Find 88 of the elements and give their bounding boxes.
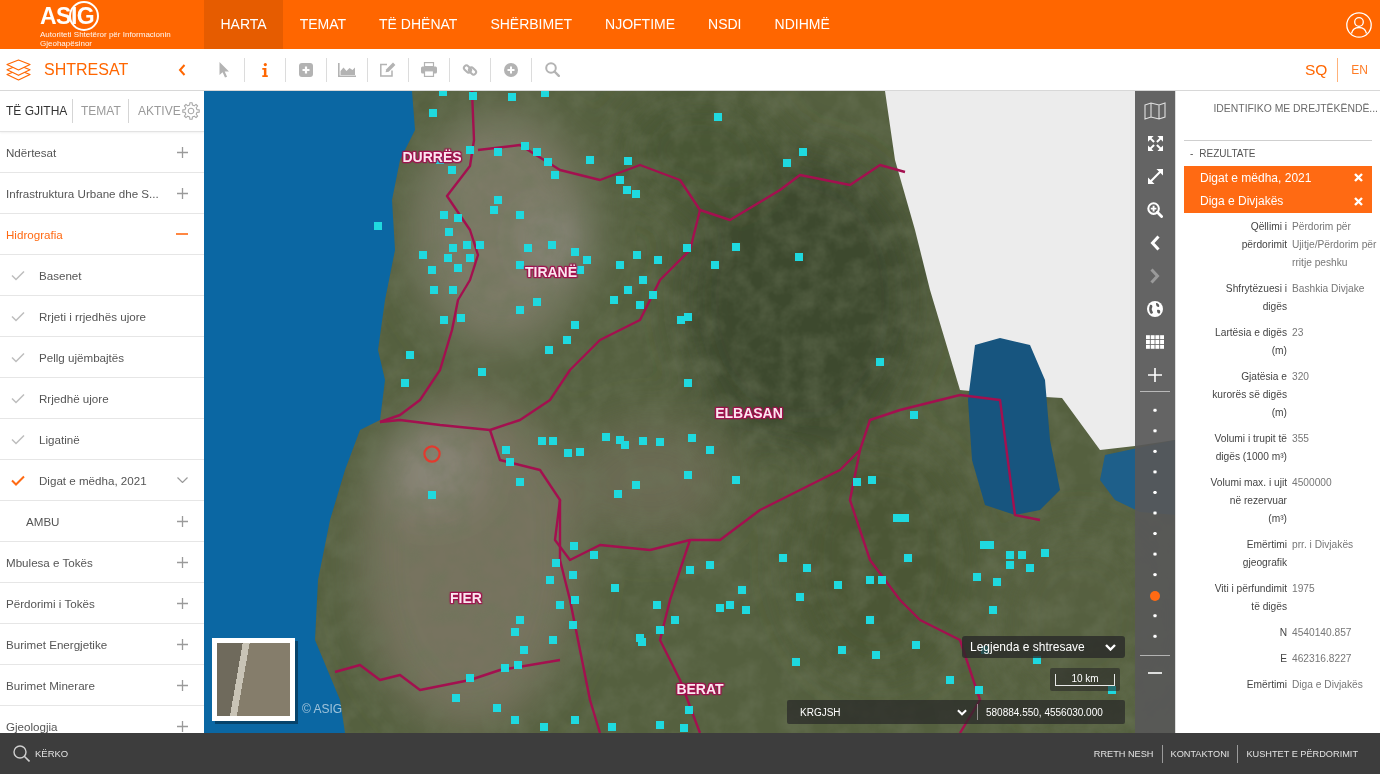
collapse-chevron-icon[interactable] <box>178 63 186 76</box>
expand-plus-icon[interactable] <box>177 720 188 732</box>
table-grid-icon[interactable] <box>1146 334 1164 349</box>
attribute-label: Emërtimi gjeografik <box>1241 538 1287 570</box>
chevron-down-icon <box>1105 643 1116 651</box>
attribute-value: 23 <box>1292 326 1305 340</box>
info-icon[interactable] <box>262 62 268 77</box>
diagonal-arrows-icon[interactable] <box>1147 169 1163 184</box>
user-account-icon[interactable] <box>1346 11 1372 38</box>
attribute-label: Emërtimi <box>1245 678 1287 692</box>
chevron-down-icon[interactable] <box>177 477 188 483</box>
scale-bar: 10 km <box>1050 668 1120 691</box>
search-button[interactable]: KËRKO <box>0 744 75 763</box>
search-icon <box>13 745 30 762</box>
attribute-label: Lartësia e digës (m) <box>1214 326 1287 358</box>
expand-plus-icon[interactable] <box>177 556 188 568</box>
zoom-slider-thumb[interactable] <box>1150 590 1160 601</box>
place-label: ELBASAN <box>715 405 783 421</box>
expand-plus-icon[interactable] <box>177 638 188 650</box>
attribute-value: 4500000 <box>1292 476 1333 490</box>
selection-ring-icon <box>423 445 441 463</box>
attribute-label: Shfrytëzuesi i digës <box>1224 282 1287 314</box>
place-label: FIER <box>450 590 482 606</box>
chevron-left-icon[interactable] <box>1150 234 1160 251</box>
attribute-label: N <box>1278 626 1287 640</box>
footer-link[interactable]: KONTAKTONI <box>1162 748 1238 759</box>
attribute-label: Viti i përfundimit të digës <box>1213 582 1287 614</box>
globe-icon[interactable] <box>1147 300 1163 317</box>
identify-mode-button[interactable]: IDENTIFIKO ME DREJTËKËNDË... <box>1213 103 1378 128</box>
area-chart-icon[interactable] <box>338 62 356 77</box>
close-icon[interactable] <box>1354 173 1363 183</box>
footer-link[interactable]: RRETH NESH <box>1085 748 1162 759</box>
add-circle-icon[interactable] <box>504 62 518 77</box>
zoom-out-minus-icon[interactable] <box>1148 671 1162 674</box>
zoom-in-plus-icon[interactable] <box>1148 367 1162 382</box>
expand-plus-icon[interactable] <box>177 187 188 199</box>
add-box-icon[interactable] <box>299 62 313 77</box>
edit-icon[interactable] <box>380 62 396 77</box>
layers-icon <box>6 58 31 81</box>
expand-plus-icon[interactable] <box>177 597 188 609</box>
checkmark-icon[interactable] <box>11 310 25 322</box>
attribute-value: Bashkia Divjake <box>1292 282 1366 296</box>
expand-plus-icon[interactable] <box>177 679 188 691</box>
attribute-value: 355 <box>1292 432 1310 446</box>
attribute-value: 1975 <box>1292 582 1316 596</box>
link-icon[interactable] <box>462 62 478 77</box>
attribute-value: 462316.8227 <box>1292 652 1353 666</box>
chevron-down-icon <box>957 708 967 716</box>
printer-icon[interactable] <box>421 62 437 77</box>
legend-toggle-button[interactable]: Legjenda e shtresave <box>962 636 1125 658</box>
results-heading: REZULTATE <box>1199 148 1256 159</box>
place-label: TIRANË <box>524 264 578 280</box>
logo-tagline: Autoriteti Shtetëror për Informacionin Gjeohapësinor <box>40 31 172 48</box>
place-label: DURRËS <box>402 149 462 165</box>
checkmark-icon[interactable] <box>11 433 25 445</box>
attribute-label: Gjatësia e kurorës së digës (m) <box>1211 370 1287 420</box>
checkmark-icon[interactable] <box>11 269 25 281</box>
checkmark-icon[interactable] <box>11 392 25 404</box>
fullscreen-icon[interactable] <box>1147 136 1163 151</box>
coordinates-readout: 580884.550, 4556030.000 <box>986 706 1103 718</box>
layer-filter-tab[interactable]: TË GJITHA <box>0 91 72 131</box>
attribute-value: 4540140.857 <box>1292 626 1353 640</box>
copyright-text: © ASIG <box>302 702 343 716</box>
nav-tab[interactable]: HARTA <box>204 0 284 49</box>
expand-plus-icon[interactable] <box>177 146 188 158</box>
cursor-arrow-icon[interactable] <box>218 61 230 78</box>
close-icon[interactable] <box>1354 196 1363 206</box>
zoom-in-icon[interactable] <box>1147 201 1163 218</box>
footer-link[interactable]: KUSHTET E PËRDORIMIT <box>1238 748 1366 759</box>
folded-map-icon[interactable] <box>1144 101 1166 120</box>
panel-title: SHTRESAT <box>44 60 129 79</box>
settings-gear-icon[interactable] <box>181 102 200 120</box>
overview-map-thumbnail[interactable] <box>212 638 295 721</box>
attribute-value: Përdorim për Ujitje/Përdorim për rritje peshku <box>1292 220 1378 270</box>
attribute-label: Volumi max. i ujit në rezervuar (m³) <box>1210 476 1287 526</box>
projection-select[interactable]: KRGJSH <box>787 700 973 724</box>
expand-plus-icon[interactable] <box>177 515 188 527</box>
attribute-value: Diga e Divjakës <box>1292 678 1364 692</box>
attribute-label: Qëllimi i përdorimit <box>1240 220 1287 252</box>
attribute-value: 320 <box>1292 370 1310 384</box>
attribute-value: prr. i Divjakës <box>1292 538 1355 552</box>
attribute-label: Volumi i trupit të digës (1000 m³) <box>1213 432 1287 464</box>
checkmark-icon[interactable] <box>11 474 25 486</box>
search-icon[interactable] <box>544 62 560 77</box>
checkmark-icon[interactable] <box>11 351 25 363</box>
collapse-toggle[interactable]: - <box>1190 148 1194 159</box>
attribute-label: E <box>1279 652 1287 666</box>
place-label: BERAT <box>676 681 724 697</box>
